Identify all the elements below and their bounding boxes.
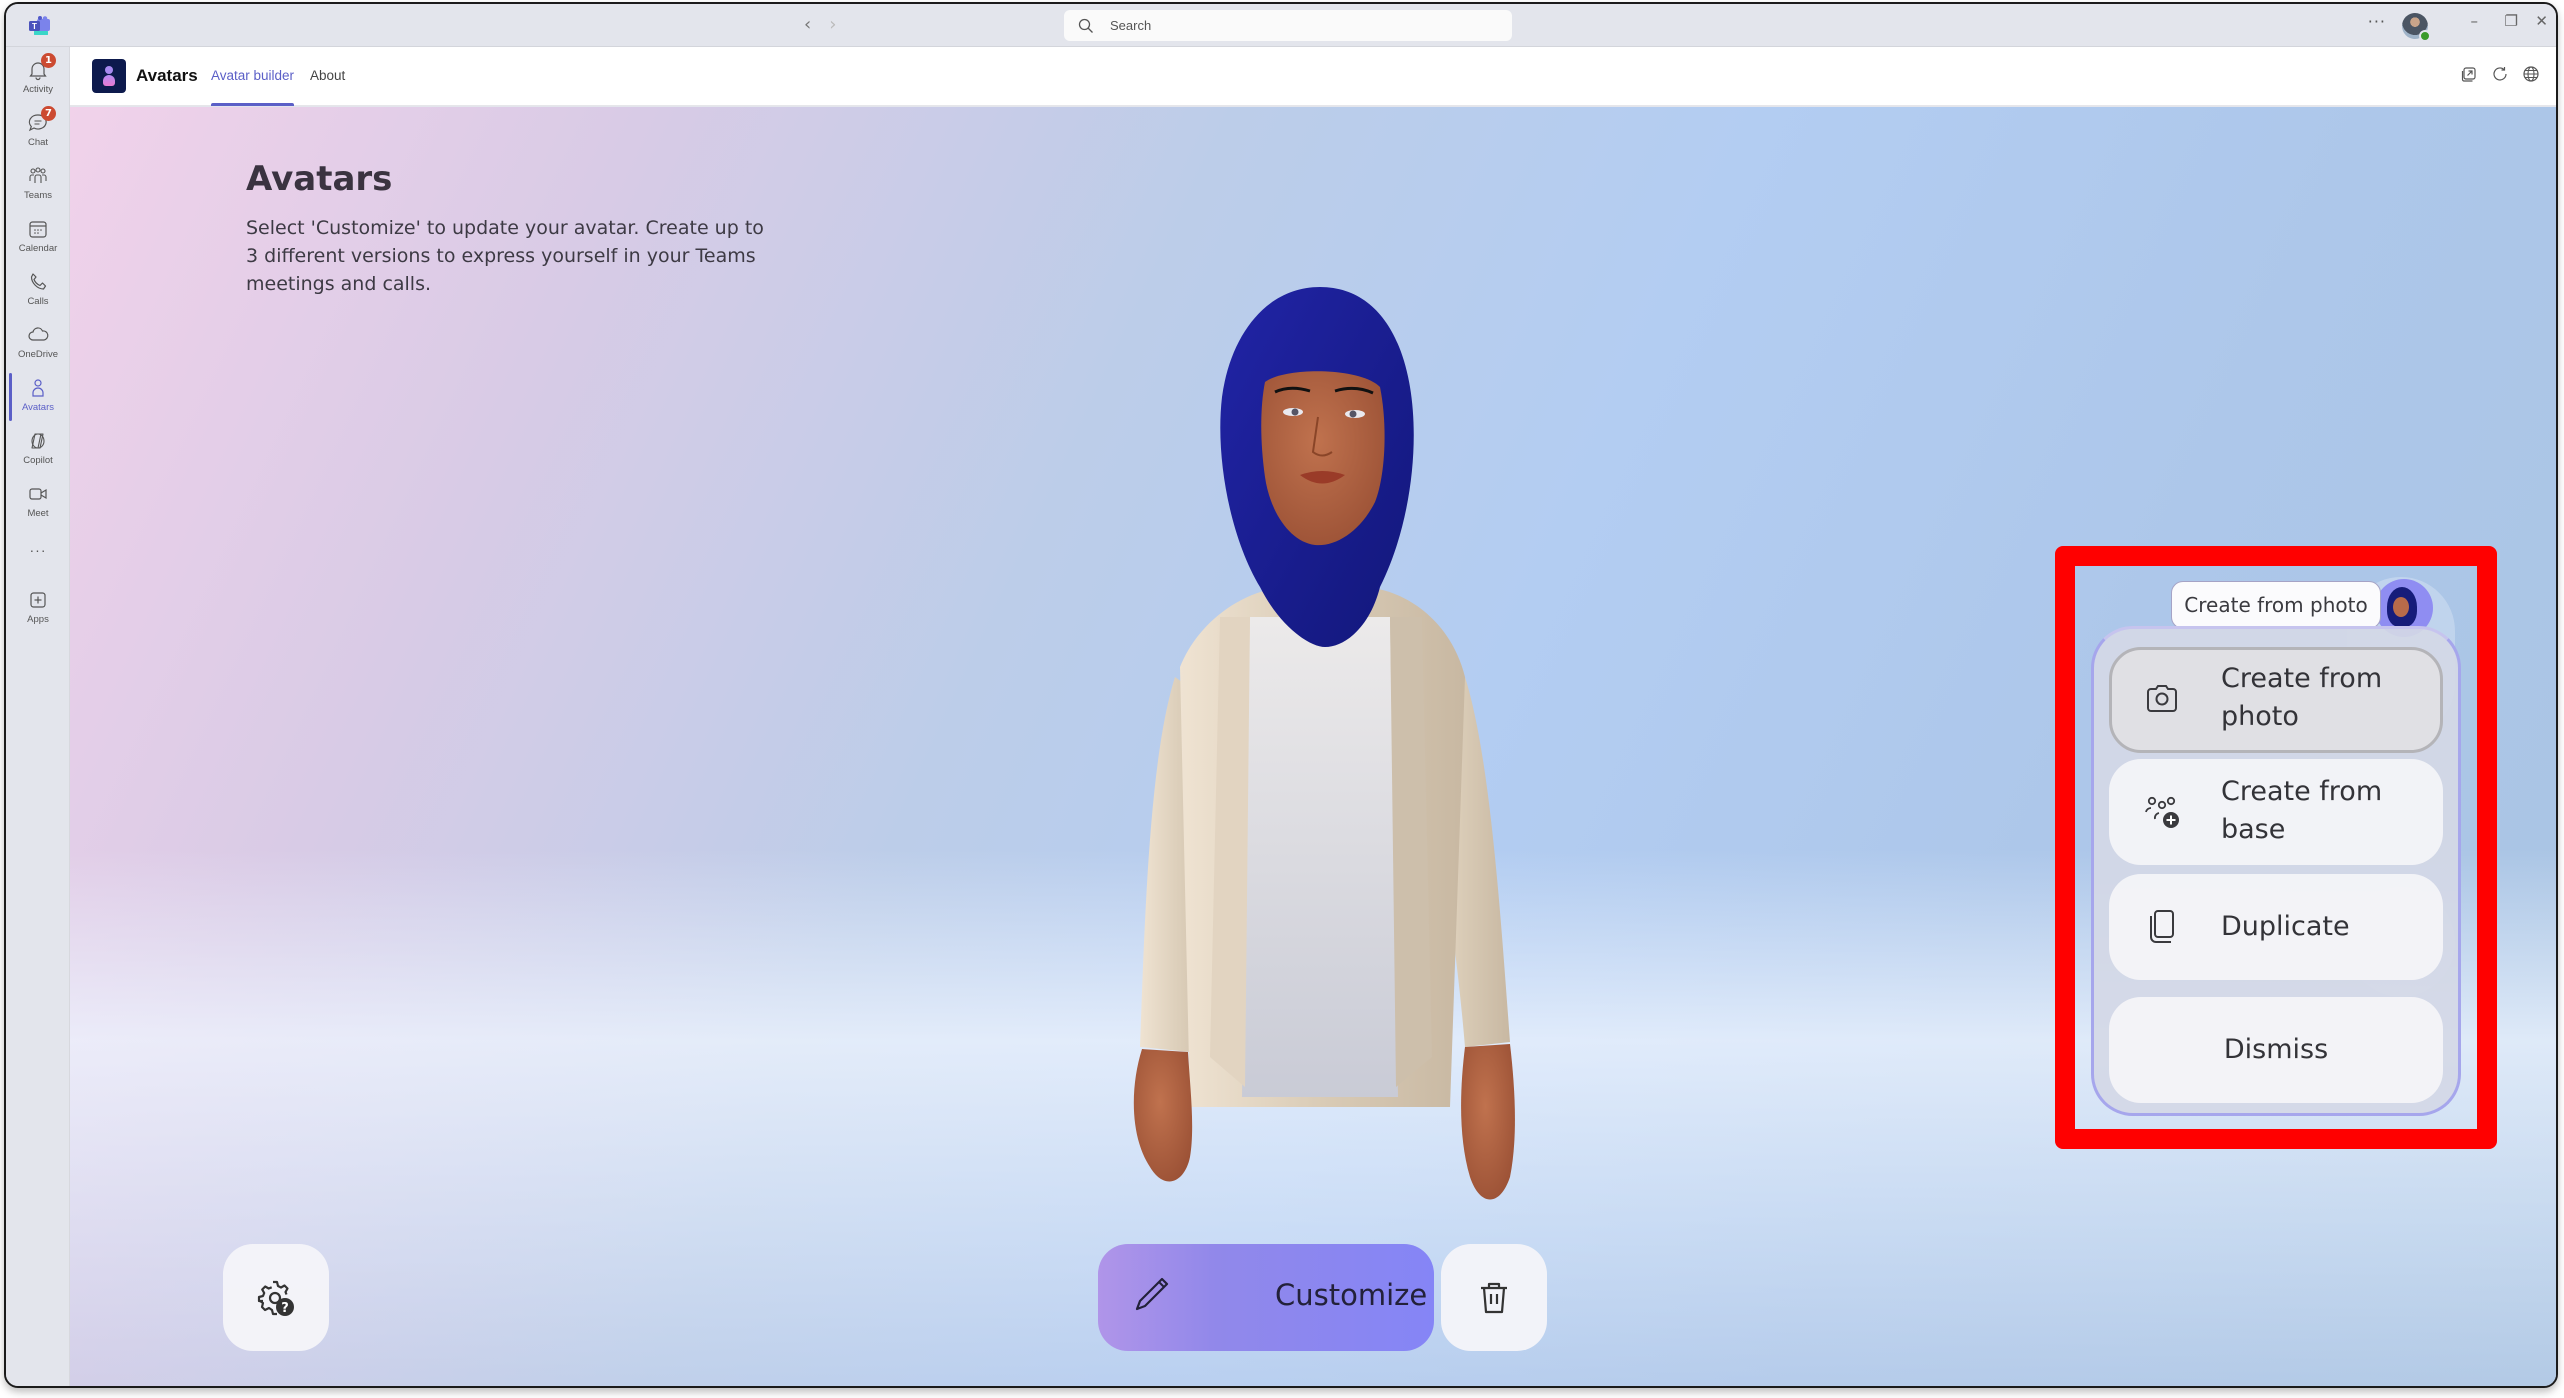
page-title: Avatars xyxy=(246,159,393,199)
app-rail: 1 Activity 7 Chat Teams Calendar Calls O… xyxy=(6,47,70,1386)
avatar-stage: Avatars Select 'Customize' to update you… xyxy=(70,107,2556,1386)
sidebar-item-copilot[interactable]: Copilot xyxy=(6,426,70,480)
settings-help-icon: ? xyxy=(257,1280,294,1316)
tooltip: Create from photo xyxy=(2171,581,2381,629)
sidebar-item-chat[interactable]: 7 Chat xyxy=(6,106,70,162)
duplicate-button[interactable]: Duplicate xyxy=(2109,874,2443,980)
forward-button[interactable]: › xyxy=(829,14,836,35)
search-icon xyxy=(1078,18,1093,33)
delete-avatar-button[interactable] xyxy=(1441,1244,1547,1351)
svg-text:T: T xyxy=(32,22,37,31)
sidebar-item-label: Teams xyxy=(24,190,52,201)
avatars-app-logo xyxy=(92,59,126,93)
minimize-button[interactable]: – xyxy=(2471,12,2479,30)
create-avatar-menu: Create from photo Create from base Dupli… xyxy=(2091,626,2461,1116)
tab-avatar-builder[interactable]: Avatar builder xyxy=(211,68,295,106)
app-header: Avatars Avatar builder About xyxy=(70,47,2556,106)
pencil-icon xyxy=(1135,1277,1169,1311)
user-avatar[interactable] xyxy=(2402,13,2431,42)
app-title: Avatars xyxy=(136,66,198,85)
presence-available-icon xyxy=(2419,30,2431,42)
sidebar-item-label: Copilot xyxy=(23,455,53,466)
create-from-photo-label: Create from photo xyxy=(2221,663,2383,732)
customize-button[interactable]: Customize xyxy=(1098,1244,1434,1351)
avatar-3d-preview[interactable] xyxy=(1070,287,1570,1267)
sidebar-item-calendar[interactable]: Calendar xyxy=(6,214,70,268)
settings-help-button[interactable]: ? xyxy=(223,1244,329,1351)
dismiss-button[interactable]: Dismiss xyxy=(2109,997,2443,1103)
more-icon: ··· xyxy=(29,542,47,558)
page-description: Select 'Customize' to update your avatar… xyxy=(246,217,764,295)
cloud-icon xyxy=(28,327,49,341)
people-add-icon xyxy=(2145,796,2179,828)
svg-text:?: ? xyxy=(281,1301,289,1316)
title-bar: T ‹ › Search ··· – ❐ ✕ xyxy=(6,4,2556,47)
sidebar-item-onedrive[interactable]: OneDrive xyxy=(6,320,70,374)
duplicate-label: Duplicate xyxy=(2221,911,2350,942)
tab-about[interactable]: About xyxy=(310,68,345,106)
dismiss-label: Dismiss xyxy=(2223,1034,2329,1065)
teams-logo-icon: T xyxy=(29,16,50,35)
sidebar-item-apps[interactable]: Apps xyxy=(6,585,70,639)
sidebar-more-button[interactable]: ··· xyxy=(6,539,70,569)
sidebar-item-label: Calls xyxy=(27,296,49,307)
chat-badge: 7 xyxy=(41,106,56,121)
activity-badge: 1 xyxy=(41,53,56,68)
trash-icon xyxy=(1481,1282,1507,1313)
sidebar-item-activity[interactable]: 1 Activity xyxy=(6,53,70,109)
search-placeholder: Search xyxy=(1110,18,1152,33)
camera-icon xyxy=(2147,685,2177,712)
sidebar-item-label: Meet xyxy=(27,508,49,519)
add-app-icon xyxy=(30,592,46,608)
create-from-photo-button[interactable]: Create from photo xyxy=(2109,647,2443,753)
phone-icon xyxy=(30,273,47,290)
close-button[interactable]: ✕ xyxy=(2535,12,2548,30)
refresh-icon[interactable] xyxy=(2491,65,2509,83)
create-from-base-button[interactable]: Create from base xyxy=(2109,759,2443,865)
pop-out-icon[interactable] xyxy=(2460,65,2478,83)
sidebar-item-label: Apps xyxy=(27,614,49,625)
sidebar-item-avatars[interactable]: Avatars xyxy=(6,373,70,427)
teams-icon xyxy=(29,167,47,183)
copy-icon xyxy=(2150,910,2174,943)
sidebar-item-label: Chat xyxy=(27,137,49,148)
sidebar-item-label: OneDrive xyxy=(17,349,59,360)
globe-icon[interactable] xyxy=(2522,65,2540,83)
sidebar-item-label: Calendar xyxy=(18,243,58,254)
sidebar-item-label: Avatars xyxy=(21,402,55,413)
copilot-icon xyxy=(31,433,45,449)
sidebar-item-calls[interactable]: Calls xyxy=(6,267,70,321)
back-button[interactable]: ‹ xyxy=(804,14,811,35)
sidebar-item-teams[interactable]: Teams xyxy=(6,161,70,215)
calendar-icon xyxy=(29,221,47,238)
sidebar-item-meet[interactable]: Meet xyxy=(6,479,70,533)
more-options-button[interactable]: ··· xyxy=(2368,12,2386,31)
create-from-base-label: Create from base xyxy=(2221,776,2383,845)
person-icon xyxy=(32,379,44,397)
teams-window: T ‹ › Search ··· – ❐ ✕ 1 Activity 7 Chat xyxy=(4,2,2558,1388)
customize-label: Customize xyxy=(1275,1278,1428,1312)
search-input[interactable]: Search xyxy=(1064,10,1512,41)
restore-button[interactable]: ❐ xyxy=(2505,12,2518,30)
sidebar-item-label: Activity xyxy=(22,84,54,95)
video-icon xyxy=(29,488,47,500)
